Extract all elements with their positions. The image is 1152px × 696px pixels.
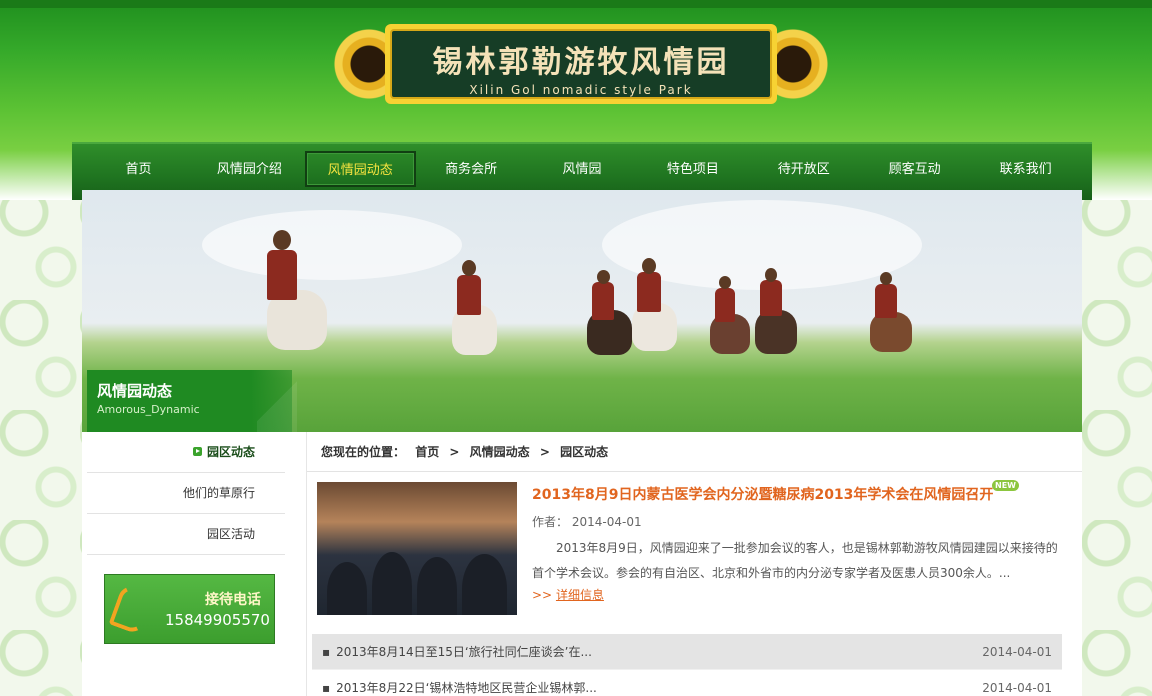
nav-item-contact[interactable]: 联系我们 bbox=[970, 151, 1081, 187]
article-title[interactable]: 2013年8月9日内蒙古医学会内分泌暨糖尿病2013年学术会在风情园召开 bbox=[532, 484, 993, 504]
sidebar: 园区动态 他们的草原行 园区活动 接待电话 15849905570 bbox=[87, 432, 285, 696]
horse-rider-image bbox=[627, 258, 687, 378]
news-title: 2013年8月14日至15日‘旅行社同仁座谈会’在... bbox=[336, 645, 592, 659]
sidebar-item-park-dynamic[interactable]: 园区动态 bbox=[87, 432, 285, 473]
nav-item-intro[interactable]: 风情园介绍 bbox=[194, 151, 305, 187]
bullet-icon: ▪ bbox=[322, 681, 331, 695]
author-label: 作者： bbox=[532, 515, 569, 529]
news-item[interactable]: ▪ 2013年8月22日‘锡林浩特地区民营企业锡林郭... 2014-04-01 bbox=[312, 670, 1062, 696]
cloud bbox=[202, 210, 462, 280]
logo-title-en: Xilin Gol nomadic style Park bbox=[469, 83, 693, 97]
news-title: 2013年8月22日‘锡林浩特地区民营企业锡林郭... bbox=[336, 681, 597, 695]
horse-rider-image bbox=[707, 276, 757, 376]
phone-title: 接待电话 bbox=[205, 592, 261, 608]
breadcrumb-current[interactable]: 园区动态 bbox=[560, 445, 608, 459]
breadcrumb-separator: > bbox=[449, 445, 460, 459]
breadcrumb-home[interactable]: 首页 bbox=[415, 445, 439, 459]
nav-item-park[interactable]: 风情园 bbox=[527, 151, 638, 187]
breadcrumb-separator: > bbox=[539, 445, 550, 459]
breadcrumb-prefix: 您现在的位置： bbox=[321, 445, 406, 459]
article-date: 2014-04-01 bbox=[571, 515, 642, 529]
news-date: 2014-04-01 bbox=[982, 645, 1052, 659]
article-meta: 作者： 2014-04-01 bbox=[532, 513, 642, 530]
read-more: >> 详细信息 bbox=[532, 586, 604, 603]
read-more-link[interactable]: 详细信息 bbox=[556, 588, 604, 602]
horse-rider-image bbox=[442, 260, 502, 380]
main-content: 您现在的位置： 首页 > 风情园动态 > 园区动态 2013年8月9日内蒙古医学… bbox=[306, 432, 1082, 696]
news-date: 2014-04-01 bbox=[982, 681, 1052, 695]
article-summary: 2013年8月9日，风情园迎来了一批参加会议的客人，也是锡林郭勒游牧风情园建园以… bbox=[532, 541, 1058, 580]
content-area: 园区动态 他们的草原行 园区活动 接待电话 15849905570 您现在的位置… bbox=[82, 432, 1082, 696]
nav-item-interaction[interactable]: 顾客互动 bbox=[859, 151, 970, 187]
news-item[interactable]: ▪ 2013年8月14日至15日‘旅行社同仁座谈会’在... 2014-04-01 bbox=[312, 634, 1062, 670]
breadcrumb-dynamic[interactable]: 风情园动态 bbox=[470, 445, 530, 459]
featured-article: 2013年8月9日内蒙古医学会内分泌暨糖尿病2013年学术会在风情园召开 NEW… bbox=[317, 480, 1063, 617]
phone-number: 15849905570 bbox=[165, 611, 270, 629]
hero-banner: 风情园动态 Amorous_Dynamic bbox=[82, 190, 1082, 432]
horse-rider-image bbox=[752, 268, 807, 378]
logo-title-cn: 锡林郭勒游牧风情园 bbox=[432, 45, 730, 80]
logo-inner: 锡林郭勒游牧风情园 Xilin Gol nomadic style Park bbox=[390, 29, 772, 99]
site-logo[interactable]: 锡林郭勒游牧风情园 Xilin Gol nomadic style Park bbox=[333, 18, 829, 110]
side-pattern-left bbox=[0, 190, 82, 696]
article-thumbnail[interactable] bbox=[317, 482, 517, 615]
sidebar-item-grassland-trip[interactable]: 他们的草原行 bbox=[87, 473, 285, 514]
logo-plate: 锡林郭勒游牧风情园 Xilin Gol nomadic style Park bbox=[385, 24, 777, 104]
banner-arrow-icon bbox=[257, 370, 297, 432]
nav-item-home[interactable]: 首页 bbox=[83, 151, 194, 187]
horse-rider-image bbox=[867, 272, 922, 372]
nav-item-upcoming[interactable]: 待开放区 bbox=[748, 151, 859, 187]
phone-icon bbox=[108, 582, 156, 636]
nav-item-features[interactable]: 特色项目 bbox=[637, 151, 748, 187]
new-badge: NEW bbox=[992, 480, 1019, 491]
sidebar-item-park-activities[interactable]: 园区活动 bbox=[87, 514, 285, 555]
banner-section-label: 风情园动态 Amorous_Dynamic bbox=[87, 370, 297, 432]
sidebar-item-label: 园区动态 bbox=[206, 445, 255, 459]
news-list: ▪ 2013年8月14日至15日‘旅行社同仁座谈会’在... 2014-04-01… bbox=[312, 634, 1062, 696]
nav-item-dynamic[interactable]: 风情园动态 bbox=[304, 151, 416, 187]
header-stripe bbox=[0, 0, 1152, 8]
breadcrumb: 您现在的位置： 首页 > 风情园动态 > 园区动态 bbox=[307, 432, 1082, 472]
read-more-arrow: >> bbox=[532, 588, 553, 602]
bullet-icon: ▪ bbox=[322, 645, 331, 659]
arrow-right-icon bbox=[192, 447, 202, 456]
nav-item-business-club[interactable]: 商务会所 bbox=[416, 151, 527, 187]
horse-rider-image bbox=[247, 230, 327, 380]
side-pattern-right bbox=[1082, 190, 1152, 696]
contact-phone-box: 接待电话 15849905570 bbox=[104, 574, 275, 644]
